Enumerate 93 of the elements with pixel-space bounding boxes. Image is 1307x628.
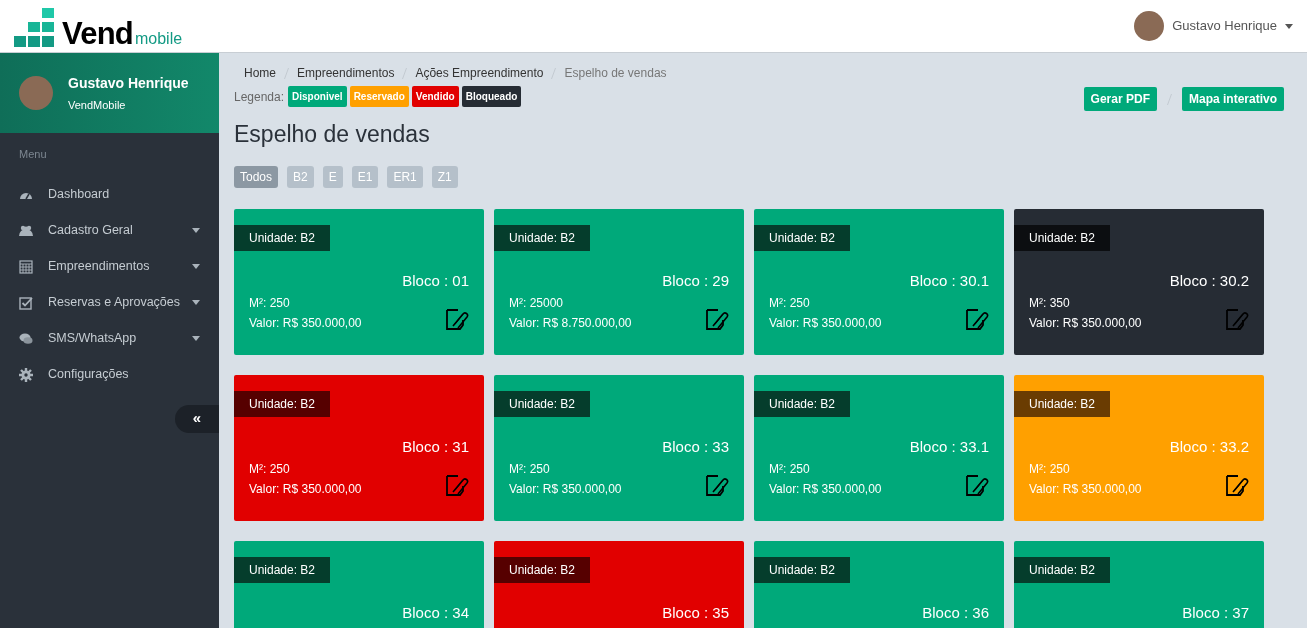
- page-title: Espelho de vendas: [234, 120, 431, 149]
- legend-badge: Bloqueado: [461, 86, 522, 107]
- unit-tag: Unidade: B2: [1014, 224, 1111, 251]
- bloco-label: Bloco : 33.1: [909, 436, 989, 457]
- legend-badge: Reservado: [349, 86, 409, 107]
- bloco-label: Bloco : 33: [662, 436, 729, 457]
- price-text: Valor: R$ 350.000,00: [769, 315, 882, 333]
- unit-card[interactable]: Unidade: B2 Bloco : 31 M²: 250 Valor: R$ 350.000,00: [234, 374, 484, 521]
- settings-icon: [19, 367, 33, 382]
- menu-heading: Menu: [18, 147, 48, 162]
- unit-card[interactable]: Unidade: B2 Bloco : 33 M²: 250 Valor: R$ 350.000,00: [494, 374, 744, 521]
- collapse-button[interactable]: «: [175, 404, 219, 433]
- price-text: Valor: R$ 350.000,00: [249, 315, 362, 333]
- menu-item[interactable]: Configurações: [0, 356, 219, 393]
- users-icon: [19, 223, 33, 238]
- edit-attachment-icon[interactable]: [704, 473, 729, 499]
- unit-card[interactable]: Unidade: B2 Bloco : 33.2 M²: 250 Valor: R$ 350.000,00: [1014, 374, 1264, 521]
- unit-card[interactable]: Unidade: B2 Bloco : 34: [234, 540, 484, 628]
- area-text: M²: 250: [769, 295, 811, 313]
- area-text: M²: 250: [1029, 461, 1071, 479]
- area-text: M²: 350: [1029, 295, 1071, 313]
- breadcrumb-link[interactable]: Empreendimentos: [297, 64, 395, 82]
- unit-tag: Unidade: B2: [1014, 556, 1111, 583]
- area-text: M²: 250: [249, 461, 291, 479]
- checkbox-icon: [19, 295, 33, 310]
- unit-tag: Unidade: B2: [234, 224, 331, 251]
- unit-card[interactable]: Unidade: B2 Bloco : 01 M²: 250 Valor: R$ 350.000,00: [234, 208, 484, 355]
- unit-card[interactable]: Unidade: B2 Bloco : 33.1 M²: 250 Valor: R$ 350.000,00: [754, 374, 1004, 521]
- price-text: Valor: R$ 8.750.000,00: [509, 315, 632, 333]
- unit-card[interactable]: Unidade: B2 Bloco : 36: [754, 540, 1004, 628]
- unit-card[interactable]: Unidade: B2 Bloco : 35: [494, 540, 744, 628]
- edit-attachment-icon[interactable]: [704, 307, 729, 333]
- edit-attachment-icon[interactable]: [444, 307, 469, 333]
- chat-icon: [19, 331, 33, 346]
- edit-attachment-icon[interactable]: [444, 473, 469, 499]
- user-name: Gustavo Henrique: [1172, 17, 1277, 36]
- area-text: M²: 250: [509, 461, 551, 479]
- logo[interactable]: Vend mobile: [0, 3, 183, 49]
- breadcrumb-link[interactable]: Home: [244, 64, 276, 82]
- edit-attachment-icon[interactable]: [1224, 473, 1249, 499]
- unit-tag: Unidade: B2: [234, 390, 331, 417]
- area-text: M²: 25000: [509, 295, 565, 313]
- profile-organization: VendMobile: [68, 97, 127, 113]
- menu-item[interactable]: SMS/WhatsApp: [0, 320, 219, 357]
- avatar-icon: [1134, 11, 1165, 41]
- bloco-label: Bloco : 29: [662, 270, 729, 291]
- legend-label: Legenda:: [234, 88, 285, 106]
- unit-card[interactable]: Unidade: B2 Bloco : 37: [1014, 540, 1264, 628]
- breadcrumb-current: Espelho de vendas: [564, 65, 667, 82]
- profile-name: Gustavo Henrique: [68, 73, 189, 93]
- price-text: Valor: R$ 350.000,00: [509, 481, 622, 499]
- menu-item[interactable]: Cadastro Geral: [0, 212, 219, 249]
- breadcrumb-link[interactable]: Ações Empreendimento: [415, 64, 544, 82]
- legend-badge: Disponivel: [288, 86, 347, 107]
- bloco-label: Bloco : 33.2: [1169, 436, 1249, 457]
- menu-item[interactable]: Reservas e Aprovações: [0, 284, 219, 321]
- menu-item[interactable]: Empreendimentos: [0, 248, 219, 285]
- unit-tag: Unidade: B2: [494, 556, 591, 583]
- unit-card[interactable]: Unidade: B2 Bloco : 30.1 M²: 250 Valor: R$ 350.000,00: [754, 208, 1004, 355]
- logo-subtext: mobile: [135, 31, 183, 47]
- logo-icon: [14, 8, 56, 48]
- bloco-label: Bloco : 30.1: [909, 270, 989, 291]
- bloco-label: Bloco : 31: [402, 436, 469, 457]
- bloco-label: Bloco : 36: [922, 602, 989, 623]
- unit-tag: Unidade: B2: [494, 390, 591, 417]
- bloco-label: Bloco : 35: [662, 602, 729, 623]
- unit-card[interactable]: Unidade: B2 Bloco : 29 M²: 25000 Valor: R$ 8.750.000,00: [494, 208, 744, 355]
- user-menu[interactable]: Gustavo Henrique: [1134, 11, 1307, 41]
- unit-tag: Unidade: B2: [1014, 390, 1111, 417]
- edit-attachment-icon[interactable]: [964, 473, 989, 499]
- unit-tag: Unidade: B2: [754, 224, 851, 251]
- logo-text: Vend: [62, 18, 133, 49]
- area-text: M²: 250: [249, 295, 291, 313]
- unit-tag: Unidade: B2: [754, 390, 851, 417]
- bloco-label: Bloco : 34: [402, 602, 469, 623]
- grid-icon: [19, 259, 33, 274]
- price-text: Valor: R$ 350.000,00: [1029, 481, 1142, 499]
- bloco-label: Bloco : 30.2: [1169, 270, 1249, 291]
- bloco-label: Bloco : 01: [402, 270, 469, 291]
- unit-tag: Unidade: B2: [494, 224, 591, 251]
- legend-badge: Vendido: [411, 86, 459, 107]
- price-text: Valor: R$ 350.000,00: [1029, 315, 1142, 333]
- bloco-label: Bloco : 37: [1182, 602, 1249, 623]
- unit-card[interactable]: Unidade: B2 Bloco : 30.2 M²: 350 Valor: R$ 350.000,00: [1014, 208, 1264, 355]
- menu-item[interactable]: Dashboard: [0, 176, 219, 213]
- price-text: Valor: R$ 350.000,00: [249, 481, 362, 499]
- price-text: Valor: R$ 350.000,00: [769, 481, 882, 499]
- avatar-icon: [19, 76, 53, 110]
- caret-icon: [1285, 23, 1293, 29]
- unit-tag: Unidade: B2: [754, 556, 851, 583]
- unit-tag: Unidade: B2: [234, 556, 331, 583]
- area-text: M²: 250: [769, 461, 811, 479]
- edit-attachment-icon[interactable]: [964, 307, 989, 333]
